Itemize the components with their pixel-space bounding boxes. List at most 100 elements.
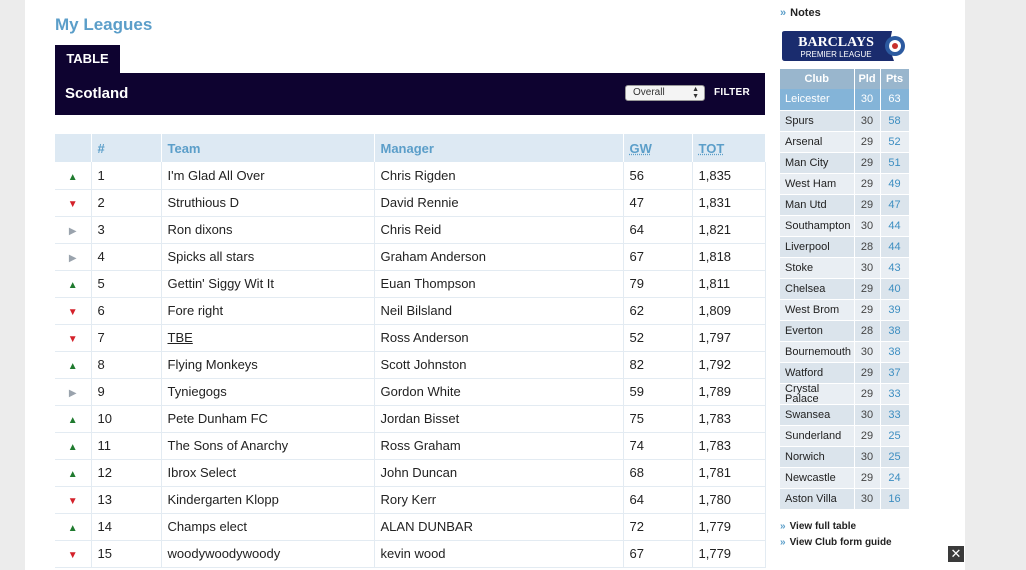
club-points: 44: [880, 236, 910, 258]
team-name[interactable]: Kindergarten Klopp: [168, 492, 279, 507]
team-name[interactable]: woodywoodywoody: [168, 546, 281, 561]
gw-cell: 82: [623, 351, 693, 379]
list-item: Chelsea 29 40: [780, 278, 910, 300]
arrow-down-icon: ▼: [67, 334, 78, 345]
rank-cell: 15: [91, 540, 162, 568]
club-points: 52: [880, 131, 910, 153]
team-name[interactable]: Struthious D: [168, 195, 240, 210]
club-name: West Brom: [780, 299, 855, 321]
league-name: Scotland: [65, 85, 129, 102]
club-points: 16: [880, 488, 910, 510]
team-cell[interactable]: The Sons of Anarchy: [161, 432, 375, 460]
team-name[interactable]: Fore right: [168, 303, 224, 318]
gw-cell: 52: [623, 324, 693, 352]
column-tot[interactable]: TOT: [692, 134, 766, 162]
team-cell[interactable]: Champs elect: [161, 513, 375, 541]
team-name[interactable]: The Sons of Anarchy: [168, 438, 289, 453]
team-name[interactable]: Flying Monkeys: [168, 357, 258, 372]
column-gw[interactable]: GW: [623, 134, 693, 162]
club-played: 29: [854, 131, 881, 153]
gw-cell: 59: [623, 378, 693, 406]
table-row: ▲ 5 Gettin' Siggy Wit It Euan Thompson 79 1,8…: [55, 270, 766, 298]
list-item: Southampton 30 44: [780, 215, 910, 237]
view-club-form-guide-link[interactable]: » View Club form guide: [780, 535, 892, 551]
team-cell[interactable]: Kindergarten Klopp: [161, 486, 375, 514]
club-played: 29: [854, 194, 881, 216]
arrow-down-icon: ▼: [67, 307, 78, 318]
view-full-table-link[interactable]: » View full table: [780, 519, 892, 535]
team-cell[interactable]: Pete Dunham FC: [161, 405, 375, 433]
team-name[interactable]: Champs elect: [168, 519, 247, 534]
movement-cell: ▼: [55, 324, 92, 352]
column-club: Club: [780, 69, 855, 89]
club-name: West Ham: [780, 173, 855, 195]
team-cell[interactable]: Ibrox Select: [161, 459, 375, 487]
close-icon[interactable]: ✕: [948, 546, 964, 562]
rank-cell: 14: [91, 513, 162, 541]
movement-cell: ▲: [55, 270, 92, 298]
filter-select[interactable]: Overall ▲ ▼: [625, 85, 705, 101]
arrow-down-icon: ▼: [67, 496, 78, 507]
team-cell[interactable]: Spicks all stars: [161, 243, 375, 271]
club-points: 63: [880, 89, 910, 111]
club-played: 28: [854, 236, 881, 258]
team-cell[interactable]: Gettin' Siggy Wit It: [161, 270, 375, 298]
team-cell[interactable]: Fore right: [161, 297, 375, 325]
chevron-right-icon: »: [780, 7, 787, 19]
team-cell[interactable]: Ron dixons: [161, 216, 375, 244]
arrow-down-icon: ▼: [67, 550, 78, 561]
tot-cell: 1,809: [692, 297, 766, 325]
manager-cell: Scott Johnston: [374, 351, 624, 379]
club-name: Sunderland: [780, 425, 855, 447]
manager-cell: Chris Reid: [374, 216, 624, 244]
list-item: Newcastle 29 24: [780, 467, 910, 489]
arrow-up-icon: ▲: [67, 361, 78, 372]
club-name: Swansea: [780, 404, 855, 426]
team-cell[interactable]: TBE: [161, 324, 375, 352]
club-played: 28: [854, 320, 881, 342]
manager-cell: Euan Thompson: [374, 270, 624, 298]
table-row: ▲ 11 The Sons of Anarchy Ross Graham 74 1,783: [55, 432, 766, 460]
club-played: 29: [854, 467, 881, 489]
column-team: Team: [161, 134, 375, 162]
team-name[interactable]: Ibrox Select: [168, 465, 237, 480]
club-name: Everton: [780, 320, 855, 342]
team-cell[interactable]: woodywoodywoody: [161, 540, 375, 568]
manager-cell: ALAN DUNBAR: [374, 513, 624, 541]
manager-cell: John Duncan: [374, 459, 624, 487]
team-name[interactable]: Gettin' Siggy Wit It: [168, 276, 275, 291]
manager-cell: kevin wood: [374, 540, 624, 568]
team-cell[interactable]: Struthious D: [161, 189, 375, 217]
notes-link[interactable]: » Notes: [780, 7, 821, 19]
team-name[interactable]: Ron dixons: [168, 222, 233, 237]
team-name[interactable]: TBE: [168, 330, 193, 345]
league-header-bar: Scotland Overall ▲ ▼ FILTER: [55, 73, 765, 115]
arrow-right-icon: ▶: [68, 253, 77, 264]
team-name[interactable]: Spicks all stars: [168, 249, 255, 264]
movement-cell: ▶: [55, 243, 92, 271]
team-cell[interactable]: Flying Monkeys: [161, 351, 375, 379]
team-name[interactable]: Tyniegogs: [168, 384, 227, 399]
tot-cell: 1,811: [692, 270, 766, 298]
club-points: 25: [880, 446, 910, 468]
team-name[interactable]: Pete Dunham FC: [168, 411, 268, 426]
filter-button[interactable]: FILTER: [714, 87, 750, 98]
rank-cell: 3: [91, 216, 162, 244]
arrow-up-icon: ▲: [67, 171, 78, 183]
team-name[interactable]: I'm Glad All Over: [168, 168, 265, 183]
rank-cell: 12: [91, 459, 162, 487]
movement-cell: ▼: [55, 297, 92, 325]
logo-text-premier-league: PREMIER LEAGUE: [800, 50, 871, 59]
list-item: Stoke 30 43: [780, 257, 910, 279]
manager-cell: Gordon White: [374, 378, 624, 406]
arrow-right-icon: ▶: [68, 226, 77, 237]
page-title: My Leagues: [55, 15, 153, 34]
team-cell[interactable]: Tyniegogs: [161, 378, 375, 406]
list-item: Arsenal 29 52: [780, 131, 910, 153]
club-points: 33: [880, 404, 910, 426]
team-cell[interactable]: I'm Glad All Over: [161, 162, 375, 190]
arrow-up-icon: ▲: [67, 415, 78, 426]
club-points: 39: [880, 299, 910, 321]
tab-table[interactable]: TABLE: [55, 45, 120, 73]
table-row: ▲ 1 I'm Glad All Over Chris Rigden 56 1,835: [55, 162, 766, 190]
